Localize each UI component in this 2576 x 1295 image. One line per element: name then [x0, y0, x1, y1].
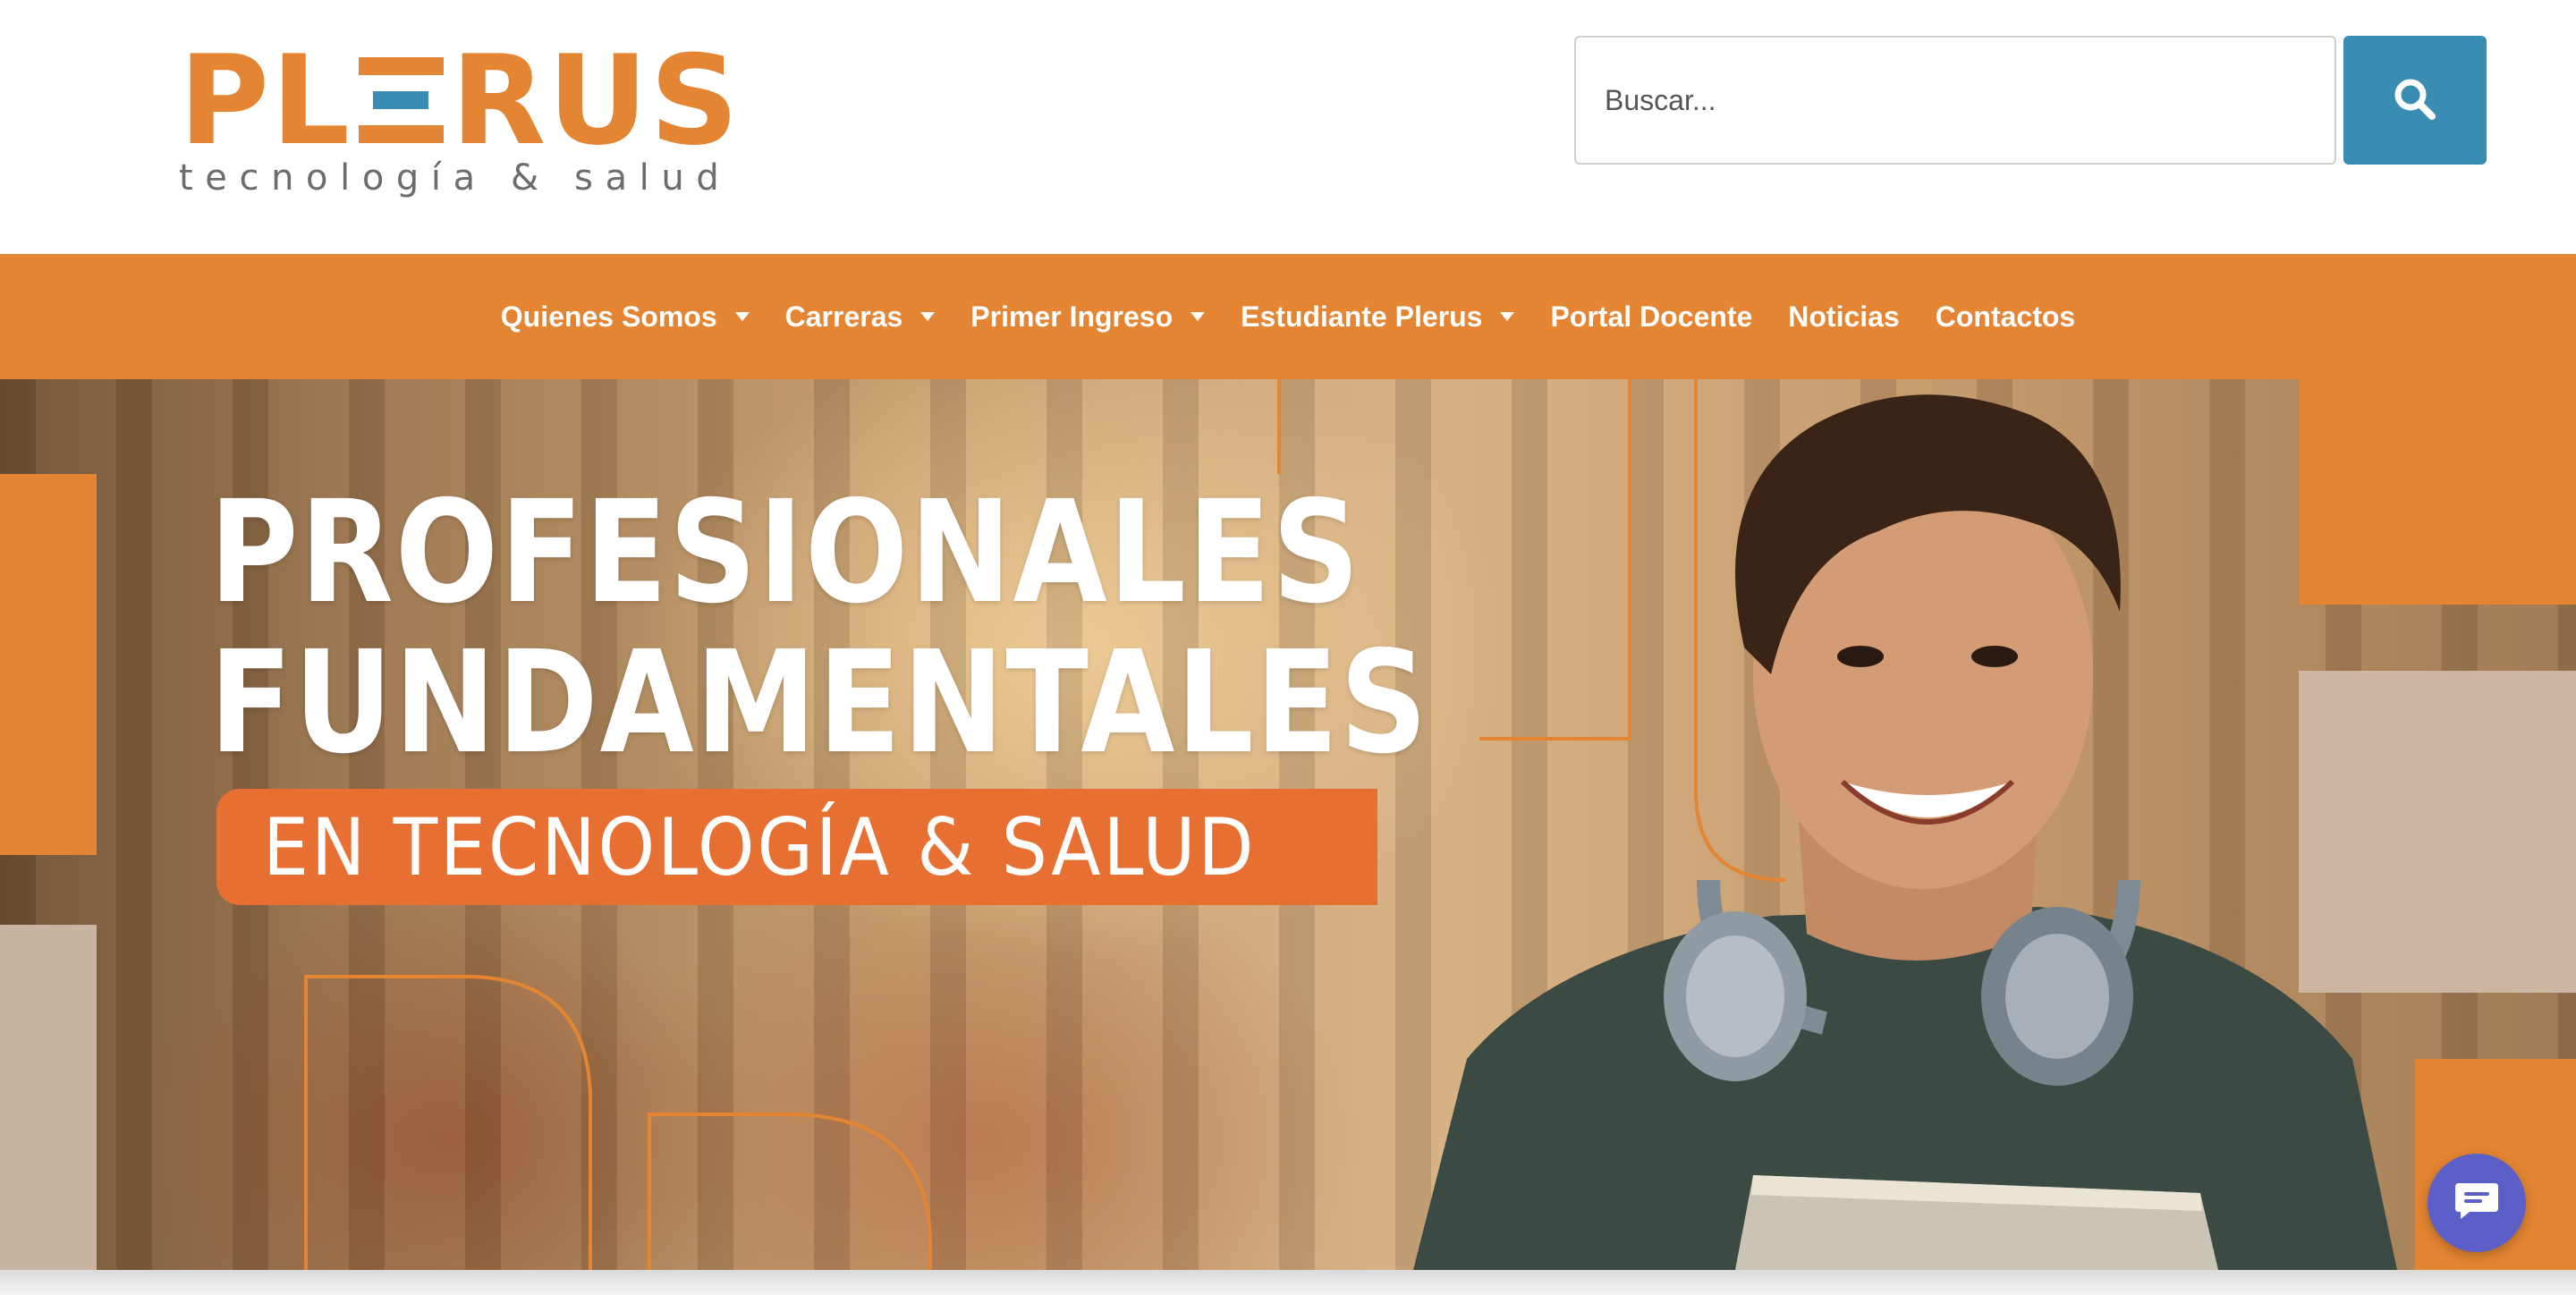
logo-tagline: tecnología & salud: [179, 157, 732, 199]
nav-item-carreras[interactable]: Carreras: [785, 300, 936, 334]
nav-item-quienes-somos[interactable]: Quienes Somos: [501, 300, 750, 334]
hero-headline-line1: PROFESIONALES: [209, 470, 1361, 635]
nav-item-label: Portal Docente: [1550, 300, 1753, 333]
hero-subtitle-banner: EN TECNOLOGÍA & SALUD: [216, 789, 1377, 905]
student-photo: [1413, 394, 2397, 1270]
caret-down-icon: [1191, 312, 1206, 321]
nav-item-label: Carreras: [784, 300, 903, 333]
nav-item-contactos[interactable]: Contactos: [1936, 300, 2075, 334]
hero-headline-line2: FUNDAMENTALES: [209, 621, 1429, 785]
nav-item-label: Primer Ingreso: [970, 300, 1174, 333]
logo-wordmark: PL RUS: [179, 29, 741, 173]
nav-item-primer-ingreso[interactable]: Primer Ingreso: [970, 300, 1206, 334]
hero-subtitle: EN TECNOLOGÍA & SALUD: [263, 800, 1257, 893]
plerus-logo[interactable]: PL RUS tecnología & salud: [179, 39, 739, 206]
caret-down-icon: [734, 312, 750, 321]
search-button[interactable]: [2343, 36, 2487, 165]
caret-down-icon: [920, 312, 936, 321]
hero-headline: PROFESIONALES FUNDAMENTALES: [209, 478, 1429, 778]
page-divider: [0, 1270, 2576, 1295]
search-icon: [2392, 76, 2438, 125]
main-nav: Quienes Somos Carreras Primer Ingreso Es…: [0, 254, 2576, 379]
caret-down-icon: [1500, 312, 1515, 321]
hero-banner[interactable]: PROFESIONALES FUNDAMENTALES EN TECNOLOGÍ…: [0, 379, 2576, 1270]
search-input[interactable]: [1574, 36, 2336, 165]
logo-letters-right: RUS: [451, 29, 741, 173]
nav-item-noticias[interactable]: Noticias: [1788, 300, 1899, 334]
nav-item-label: Contactos: [1935, 300, 2076, 333]
nav-item-label: Estudiante Plerus: [1241, 300, 1483, 333]
chat-widget-button[interactable]: [2428, 1154, 2526, 1252]
nav-item-label: Noticias: [1788, 300, 1900, 333]
chat-icon: [2453, 1180, 2500, 1227]
logo-letters-left: PL: [179, 29, 352, 173]
nav-item-label: Quienes Somos: [500, 300, 717, 333]
nav-item-estudiante-plerus[interactable]: Estudiante Plerus: [1241, 300, 1515, 334]
logo-e-mark: [359, 45, 445, 157]
site-header: PL RUS tecnología & salud: [0, 0, 2576, 254]
nav-item-portal-docente[interactable]: Portal Docente: [1550, 300, 1752, 334]
